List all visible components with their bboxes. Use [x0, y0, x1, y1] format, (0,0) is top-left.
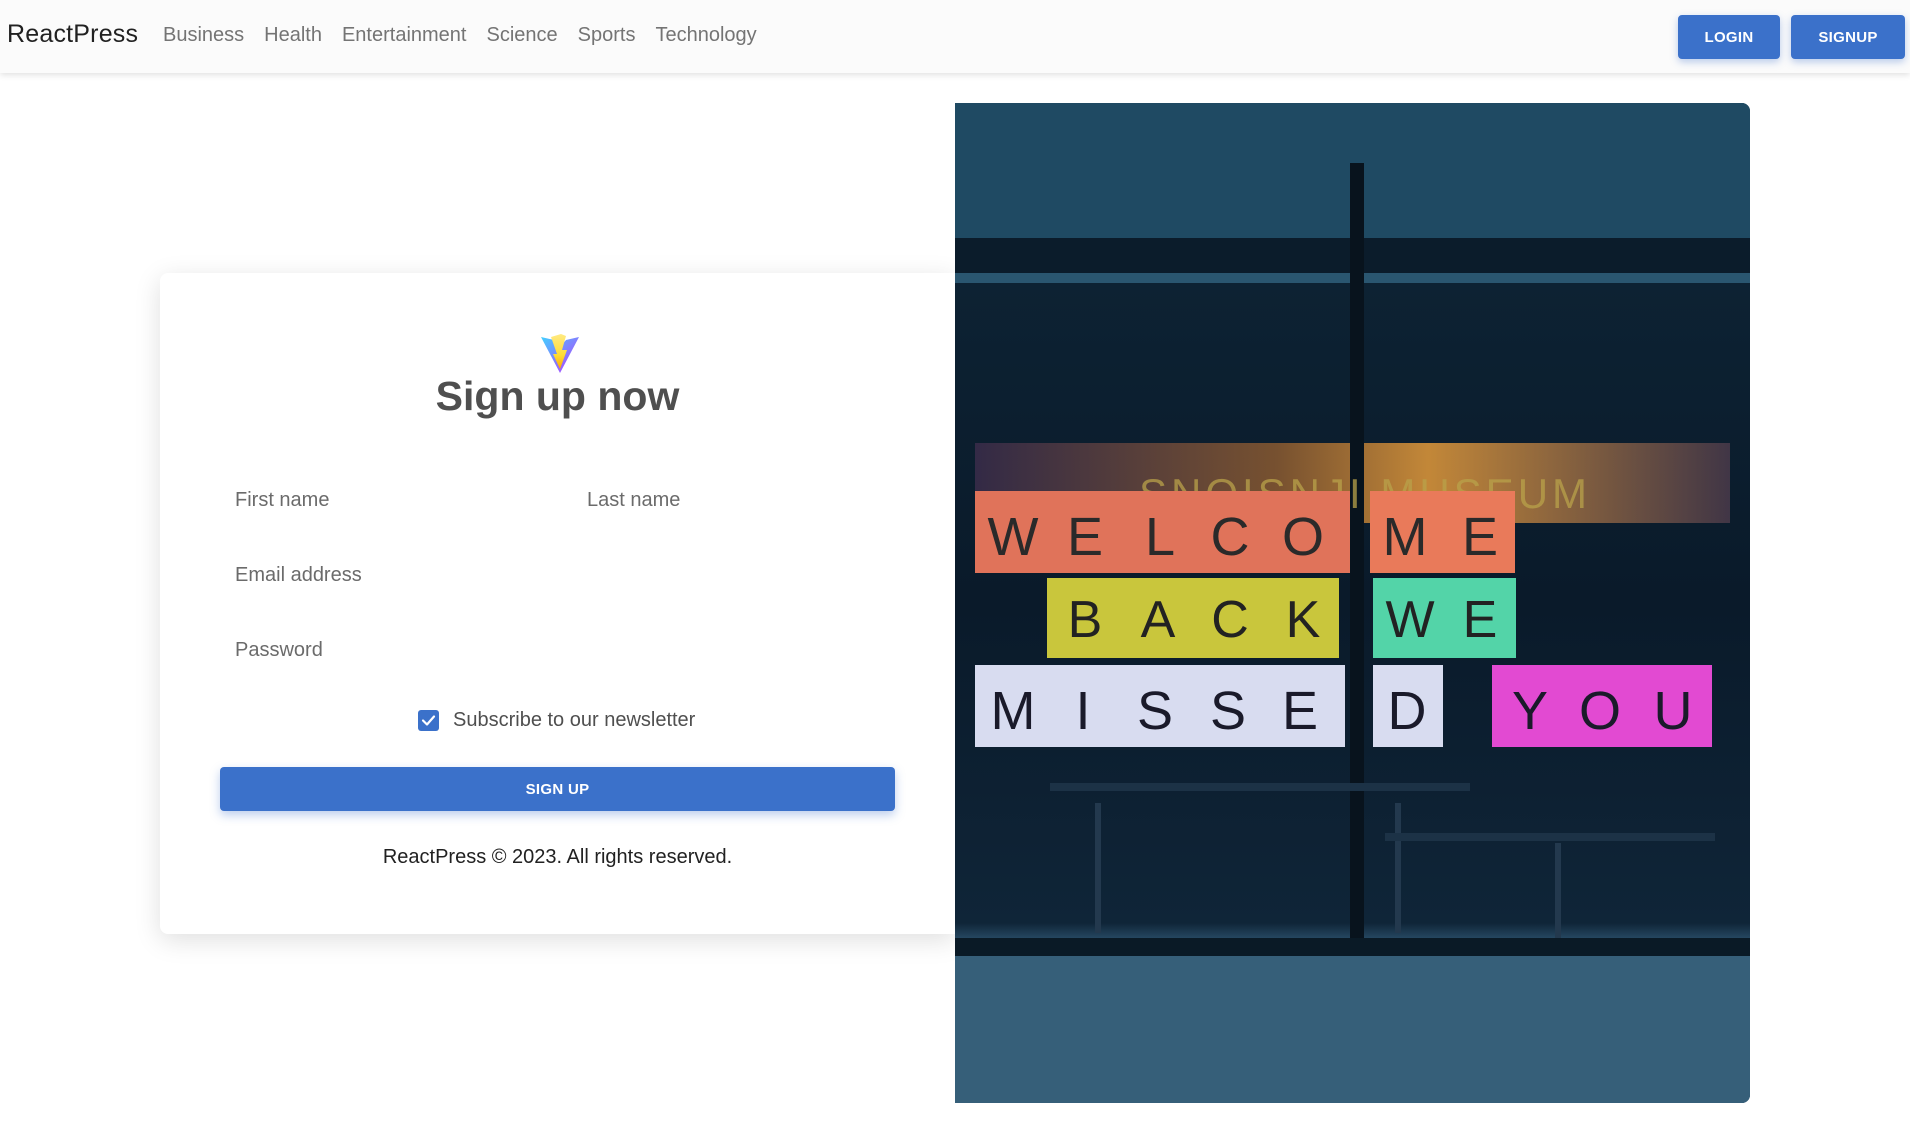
last-name-field[interactable]	[575, 475, 905, 525]
newsletter-label[interactable]: Subscribe to our newsletter	[453, 709, 695, 732]
login-button[interactable]: LOGIN	[1678, 15, 1780, 59]
letters-row-missed-you: M I S S E D Y O U	[975, 665, 1712, 747]
storefront-image: SNOISNJI MUSEUM W E L C O M E B A C K W …	[955, 103, 1750, 1103]
svg-text:K: K	[1286, 591, 1321, 649]
svg-text:E: E	[1463, 591, 1498, 649]
svg-text:U: U	[1654, 681, 1693, 741]
svg-text:D: D	[1388, 681, 1427, 741]
signup-nav-button[interactable]: SIGNUP	[1791, 15, 1905, 59]
first-name-input[interactable]	[223, 475, 553, 525]
navbar: ReactPress Business Health Entertainment…	[0, 0, 1910, 73]
nav-link-technology[interactable]: Technology	[655, 24, 756, 47]
svg-text:M: M	[1383, 507, 1428, 567]
svg-text:O: O	[1282, 507, 1324, 567]
nav-link-science[interactable]: Science	[486, 24, 557, 47]
newsletter-checkbox[interactable]	[418, 710, 439, 731]
nav-link-health[interactable]: Health	[264, 24, 322, 47]
email-field[interactable]	[223, 550, 905, 600]
svg-text:E: E	[1282, 681, 1318, 741]
svg-text:O: O	[1579, 681, 1621, 741]
svg-text:E: E	[1067, 507, 1103, 567]
brand-logo[interactable]: ReactPress	[7, 20, 138, 49]
vite-logo-icon	[541, 334, 579, 373]
svg-text:C: C	[1211, 591, 1249, 649]
password-input[interactable]	[223, 625, 905, 675]
nav-link-business[interactable]: Business	[163, 24, 244, 47]
first-name-field[interactable]	[223, 475, 553, 525]
newsletter-row: Subscribe to our newsletter	[418, 709, 695, 732]
welcome-back-photo: SNOISNJI MUSEUM W E L C O M E B A C K W …	[955, 103, 1750, 1103]
svg-text:S: S	[1137, 681, 1173, 741]
svg-text:W: W	[1385, 591, 1434, 649]
svg-text:E: E	[1462, 507, 1498, 567]
letters-row-welcome: W E L C O M E	[975, 491, 1515, 573]
svg-text:W: W	[988, 507, 1039, 567]
svg-text:S: S	[1210, 681, 1246, 741]
svg-text:A: A	[1141, 591, 1176, 649]
letters-row-back-we: B A C K W E	[1047, 578, 1516, 658]
nav-link-sports[interactable]: Sports	[578, 24, 636, 47]
svg-text:I: I	[1075, 681, 1090, 741]
page-title: Sign up now	[435, 373, 680, 419]
nav-link-entertainment[interactable]: Entertainment	[342, 24, 467, 47]
svg-text:L: L	[1145, 507, 1175, 567]
svg-text:M: M	[991, 681, 1036, 741]
svg-text:B: B	[1068, 591, 1103, 649]
signup-card: Sign up now	[160, 273, 955, 934]
checkmark-icon	[421, 715, 436, 726]
copyright-text: ReactPress © 2023. All rights reserved.	[382, 846, 733, 868]
svg-text:Y: Y	[1512, 681, 1548, 741]
password-field[interactable]	[223, 625, 905, 675]
sign-up-button[interactable]: SIGN UP	[220, 767, 895, 811]
email-input[interactable]	[223, 550, 905, 600]
nav-links: Business Health Entertainment Science Sp…	[163, 24, 777, 47]
last-name-input[interactable]	[575, 475, 905, 525]
svg-text:C: C	[1211, 507, 1250, 567]
